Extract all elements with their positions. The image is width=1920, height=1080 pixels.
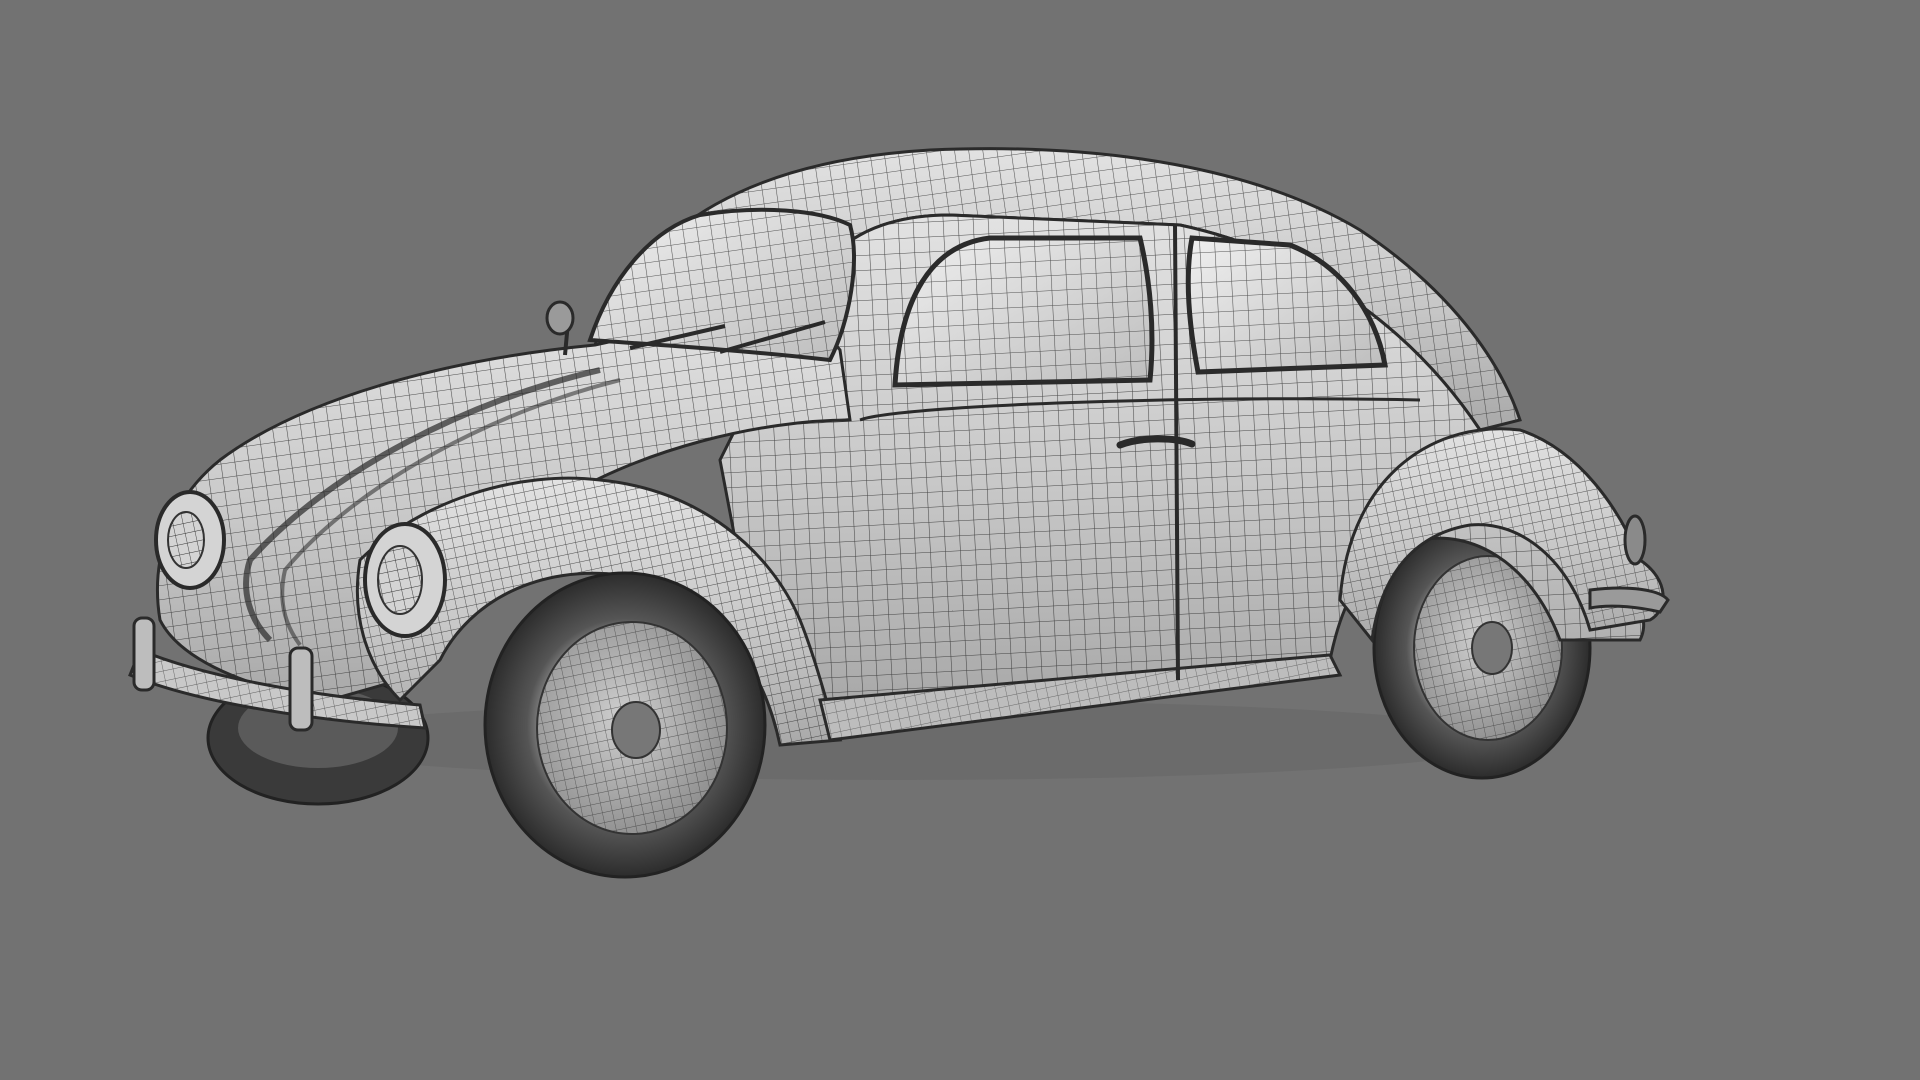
render-viewport [0,0,1920,1080]
bumper-guard-right [288,646,314,732]
front-wheel [483,571,767,879]
taillight [1623,514,1647,566]
car-wireframe-render [128,147,1670,879]
bumper-guard-left [132,616,156,692]
